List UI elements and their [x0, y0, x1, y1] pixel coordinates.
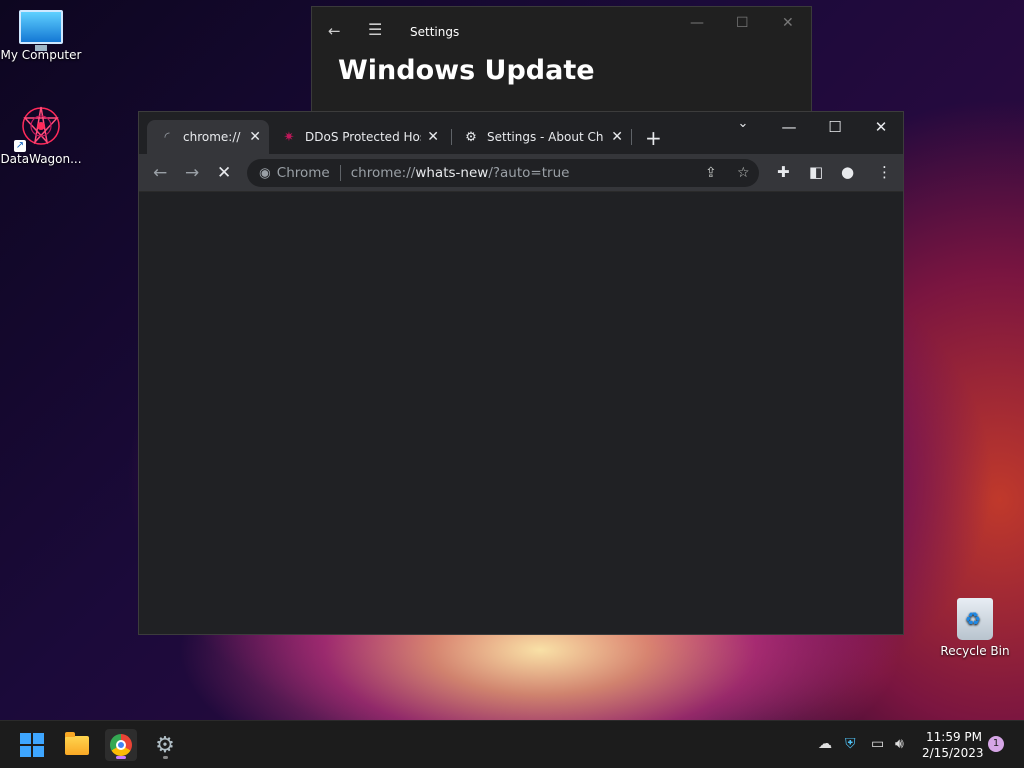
page-title: Windows Update: [338, 55, 595, 86]
gear-icon: ⚙: [465, 129, 477, 145]
taskbar-settings[interactable]: ⚙: [149, 729, 181, 761]
maximize-button[interactable]: ☐: [736, 15, 749, 31]
network-icon[interactable]: ▭: [871, 736, 884, 752]
extensions-puzzle-icon[interactable]: ✚: [777, 163, 790, 181]
url-host: whats-new: [415, 165, 489, 181]
tab-divider: [631, 129, 632, 145]
forward-button[interactable]: →: [185, 163, 199, 183]
window-title: Settings: [410, 25, 460, 39]
close-button[interactable]: ✕: [782, 15, 794, 31]
security-shield-icon[interactable]: ⛨: [845, 736, 856, 752]
omnibox-divider: [339, 165, 341, 181]
hamburger-menu-icon[interactable]: ☰: [368, 20, 382, 39]
clock-time: 11:59 PM: [926, 730, 982, 744]
close-tab-icon[interactable]: ✕: [249, 129, 261, 145]
desktop-icon-label: DataWagon...: [0, 152, 82, 166]
taskbar: ⚙ ☁ ⛨ ▭ 🔊︎ 11:59 PM 2/15/2023 1: [0, 720, 1024, 768]
chrome-site-icon: ◉: [259, 165, 271, 181]
onedrive-offline-icon[interactable]: ☁: [818, 736, 832, 752]
back-arrow-icon[interactable]: ←: [328, 22, 341, 40]
notification-badge[interactable]: 1: [988, 736, 1004, 752]
taskbar-file-explorer[interactable]: [61, 729, 93, 761]
start-button[interactable]: [16, 729, 48, 761]
monitor-icon: [19, 10, 63, 51]
tab-label: DDoS Protected Hosting: [305, 130, 421, 144]
desktop-icon-datawagon[interactable]: DataWagon...: [0, 104, 82, 166]
site-chip: Chrome: [276, 165, 330, 181]
back-button[interactable]: ←: [153, 163, 167, 183]
chrome-logo-icon: [110, 734, 132, 756]
active-indicator: [116, 756, 126, 759]
clock-date: 2/15/2023: [922, 746, 984, 760]
close-button[interactable]: ✕: [861, 118, 901, 136]
shortcut-arrow-icon: ↗: [14, 140, 26, 152]
stop-loading-button[interactable]: ✕: [217, 163, 231, 183]
url-path: /?auto=true: [488, 165, 570, 181]
profile-avatar-icon[interactable]: ●: [841, 163, 854, 181]
url-scheme: chrome://: [350, 165, 416, 181]
page-content[interactable]: [139, 192, 903, 634]
chrome-window[interactable]: ◜ chrome://whats-new/?auto=true ✕ ✷ DDoS…: [138, 111, 904, 635]
desktop-icon-label: Recycle Bin: [940, 644, 1010, 658]
minimize-button[interactable]: —: [690, 15, 704, 31]
tab-ddos-hosting[interactable]: ✷ DDoS Protected Hosting ✕: [269, 120, 447, 154]
new-tab-button[interactable]: +: [645, 126, 662, 150]
toolbar: ← → ✕ ◉ Chrome chrome:// whats-new /?aut…: [139, 154, 903, 192]
clock[interactable]: 11:59 PM 2/15/2023: [922, 729, 984, 761]
minimize-button[interactable]: —: [769, 118, 809, 136]
maximize-button[interactable]: ☐: [815, 118, 855, 136]
desktop-icon-my-computer[interactable]: My Computer: [0, 10, 82, 62]
tab-label: chrome://whats-new/?auto=true: [183, 130, 241, 144]
tab-settings-about-chrome[interactable]: ⚙ Settings - About Chrome ✕: [451, 120, 631, 154]
address-bar[interactable]: ◉ Chrome chrome:// whats-new /?auto=true…: [247, 159, 759, 187]
windows-logo-icon: [20, 733, 44, 757]
tab-search-icon[interactable]: ⌄: [723, 116, 763, 131]
loading-spinner-icon: ◜: [164, 129, 170, 145]
more-menu-icon[interactable]: ⋮: [877, 163, 892, 181]
settings-window[interactable]: ← ☰ Settings — ☐ ✕ Windows Update: [311, 6, 812, 112]
tab-label: Settings - About Chrome: [487, 130, 603, 144]
folder-icon: [65, 731, 89, 755]
tab-strip: ◜ chrome://whats-new/?auto=true ✕ ✷ DDoS…: [139, 112, 903, 154]
desktop-icon-recycle-bin[interactable]: ♻ Recycle Bin: [934, 598, 1016, 658]
taskbar-chrome[interactable]: [105, 729, 137, 761]
close-tab-icon[interactable]: ✕: [427, 129, 439, 145]
side-panel-icon[interactable]: ◧: [809, 163, 823, 181]
share-icon[interactable]: ⇪: [705, 165, 717, 181]
datawagon-icon: ✷: [283, 129, 295, 145]
gear-icon: ⚙: [155, 732, 175, 758]
bookmark-star-icon[interactable]: ☆: [737, 165, 750, 181]
recycle-bin-icon: ♻: [957, 598, 993, 640]
close-tab-icon[interactable]: ✕: [611, 129, 623, 145]
running-indicator: [163, 756, 168, 759]
tab-whats-new[interactable]: ◜ chrome://whats-new/?auto=true ✕: [147, 120, 269, 154]
volume-icon[interactable]: 🔊︎: [895, 736, 904, 752]
